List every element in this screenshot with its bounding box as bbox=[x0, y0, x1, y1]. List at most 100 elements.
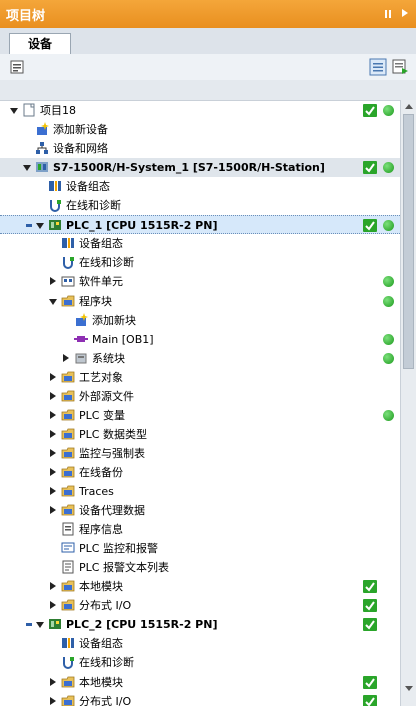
tree-item[interactable]: 设备和网络 bbox=[0, 139, 400, 158]
expand-arrow-icon[interactable] bbox=[50, 373, 56, 381]
tree-item[interactable]: 项目18 bbox=[0, 101, 400, 120]
tree-item[interactable]: Main [OB1] bbox=[0, 330, 400, 349]
tree-item[interactable]: 添加新设备 bbox=[0, 120, 400, 139]
tree-item-label: 外部源文件 bbox=[79, 390, 134, 403]
expand-arrow-icon[interactable] bbox=[63, 354, 69, 362]
expand-arrow-icon[interactable] bbox=[50, 449, 56, 457]
status-ok-check-icon bbox=[363, 219, 377, 232]
tree-item-label: 本地模块 bbox=[79, 580, 123, 593]
tree-item[interactable]: 设备组态 bbox=[0, 634, 400, 653]
tree-item-label: 设备组态 bbox=[79, 237, 123, 250]
folder-icon bbox=[61, 504, 75, 516]
tree-item[interactable]: 设备代理数据 bbox=[0, 501, 400, 520]
tree-item[interactable]: 本地模块 bbox=[0, 577, 400, 596]
scroll-down-icon[interactable] bbox=[405, 686, 413, 691]
device-config-icon bbox=[62, 638, 74, 648]
tree-item[interactable]: 设备组态 bbox=[0, 234, 400, 253]
tree-item[interactable]: 在线和诊断 bbox=[0, 653, 400, 672]
expand-arrow-icon[interactable] bbox=[50, 582, 56, 590]
tree-item[interactable]: S7-1500R/H-System_1 [S7-1500R/H-Station] bbox=[0, 158, 400, 177]
tree-item[interactable]: 系统块 bbox=[0, 349, 400, 368]
tree-item[interactable]: 工艺对象 bbox=[0, 368, 400, 387]
tree-item-label: 设备组态 bbox=[79, 637, 123, 650]
tree-item[interactable]: PLC 报警文本列表 bbox=[0, 558, 400, 577]
tree-item[interactable]: 外部源文件 bbox=[0, 387, 400, 406]
expand-arrow-icon[interactable] bbox=[50, 277, 56, 285]
tree-item-label: 在线和诊断 bbox=[66, 199, 121, 212]
tree-item[interactable]: Traces bbox=[0, 482, 400, 501]
tree-item[interactable]: 在线和诊断 bbox=[0, 196, 400, 215]
collapse-arrow-icon[interactable] bbox=[10, 108, 18, 114]
tree-item[interactable]: 添加新块 bbox=[0, 311, 400, 330]
folder-icon bbox=[61, 295, 75, 307]
collapse-arrow-icon[interactable] bbox=[23, 165, 31, 171]
status-ok-check-icon bbox=[363, 161, 377, 174]
tree-item[interactable]: 在线和诊断 bbox=[0, 253, 400, 272]
tree-item[interactable]: 分布式 I/O bbox=[0, 692, 400, 706]
tree-item-label: PLC_2 [CPU 1515R-2 PN] bbox=[66, 618, 218, 631]
tree-item[interactable]: 程序信息 bbox=[0, 520, 400, 539]
tree-item-label: 分布式 I/O bbox=[79, 695, 132, 706]
program-info-icon bbox=[62, 522, 74, 536]
tree-item[interactable]: 本地模块 bbox=[0, 673, 400, 692]
collapse-arrow-icon[interactable] bbox=[36, 622, 44, 628]
vertical-scrollbar[interactable] bbox=[400, 100, 416, 706]
tree-item[interactable]: 程序块 bbox=[0, 292, 400, 311]
tree-item[interactable]: PLC 变量 bbox=[0, 406, 400, 425]
scroll-thumb[interactable] bbox=[403, 114, 414, 369]
add-block-icon bbox=[76, 313, 88, 326]
folder-icon bbox=[61, 580, 75, 592]
scroll-up-icon[interactable] bbox=[405, 104, 413, 109]
expand-arrow-icon[interactable] bbox=[50, 697, 56, 705]
save-window-settings-icon[interactable] bbox=[391, 58, 409, 76]
status-ok-dot-icon bbox=[383, 334, 394, 345]
folder-icon bbox=[61, 485, 75, 497]
tree-item-label: 本地模块 bbox=[79, 676, 123, 689]
station-icon bbox=[36, 162, 48, 172]
pin-icon[interactable] bbox=[383, 9, 393, 19]
show-overview-icon[interactable] bbox=[8, 58, 26, 76]
folder-icon bbox=[61, 371, 75, 383]
tree-item-label: 设备组态 bbox=[66, 180, 110, 193]
online-diag-icon bbox=[63, 657, 74, 669]
text-list-icon bbox=[62, 560, 74, 574]
status-ok-check-icon bbox=[363, 599, 377, 612]
expand-arrow-icon[interactable] bbox=[50, 468, 56, 476]
status-ok-dot-icon bbox=[383, 353, 394, 364]
collapse-icon[interactable] bbox=[400, 8, 410, 18]
list-view-icon[interactable] bbox=[369, 58, 387, 76]
system-block-icon bbox=[75, 353, 87, 364]
collapse-arrow-icon[interactable] bbox=[49, 299, 57, 305]
tree-item[interactable]: PLC 数据类型 bbox=[0, 425, 400, 444]
tree-item-label: 添加新块 bbox=[92, 314, 136, 327]
tab-devices[interactable]: 设备 bbox=[9, 33, 71, 54]
expand-arrow-icon[interactable] bbox=[50, 411, 56, 419]
tree-item[interactable]: 监控与强制表 bbox=[0, 444, 400, 463]
tree-item[interactable]: 软件单元 bbox=[0, 272, 400, 291]
expand-arrow-icon[interactable] bbox=[50, 506, 56, 514]
device-config-icon bbox=[49, 181, 61, 191]
folder-icon bbox=[61, 599, 75, 611]
expand-arrow-icon[interactable] bbox=[50, 678, 56, 686]
tree-item-label: 监控与强制表 bbox=[79, 447, 145, 460]
tree-item[interactable]: PLC_2 [CPU 1515R-2 PN] bbox=[0, 615, 400, 634]
tree-item[interactable]: 分布式 I/O bbox=[0, 596, 400, 615]
expand-arrow-icon[interactable] bbox=[50, 392, 56, 400]
tree-item-label: PLC 数据类型 bbox=[79, 428, 147, 441]
tree-item[interactable]: PLC_1 [CPU 1515R-2 PN] bbox=[0, 215, 400, 234]
collapse-arrow-icon[interactable] bbox=[36, 223, 44, 229]
tree-item[interactable]: 设备组态 bbox=[0, 177, 400, 196]
status-ok-check-icon bbox=[363, 104, 377, 117]
tree-item[interactable]: PLC 监控和报警 bbox=[0, 539, 400, 558]
status-ok-dot-icon bbox=[383, 276, 394, 287]
expand-arrow-icon[interactable] bbox=[50, 487, 56, 495]
tree-item[interactable]: 在线备份 bbox=[0, 463, 400, 482]
active-marker bbox=[26, 623, 32, 626]
status-ok-check-icon bbox=[363, 676, 377, 689]
online-diag-icon bbox=[50, 200, 61, 212]
expand-arrow-icon[interactable] bbox=[50, 601, 56, 609]
plc-icon bbox=[49, 220, 61, 230]
tree-item-label: S7-1500R/H-System_1 [S7-1500R/H-Station] bbox=[53, 161, 325, 174]
expand-arrow-icon[interactable] bbox=[50, 430, 56, 438]
status-ok-dot-icon bbox=[383, 410, 394, 421]
